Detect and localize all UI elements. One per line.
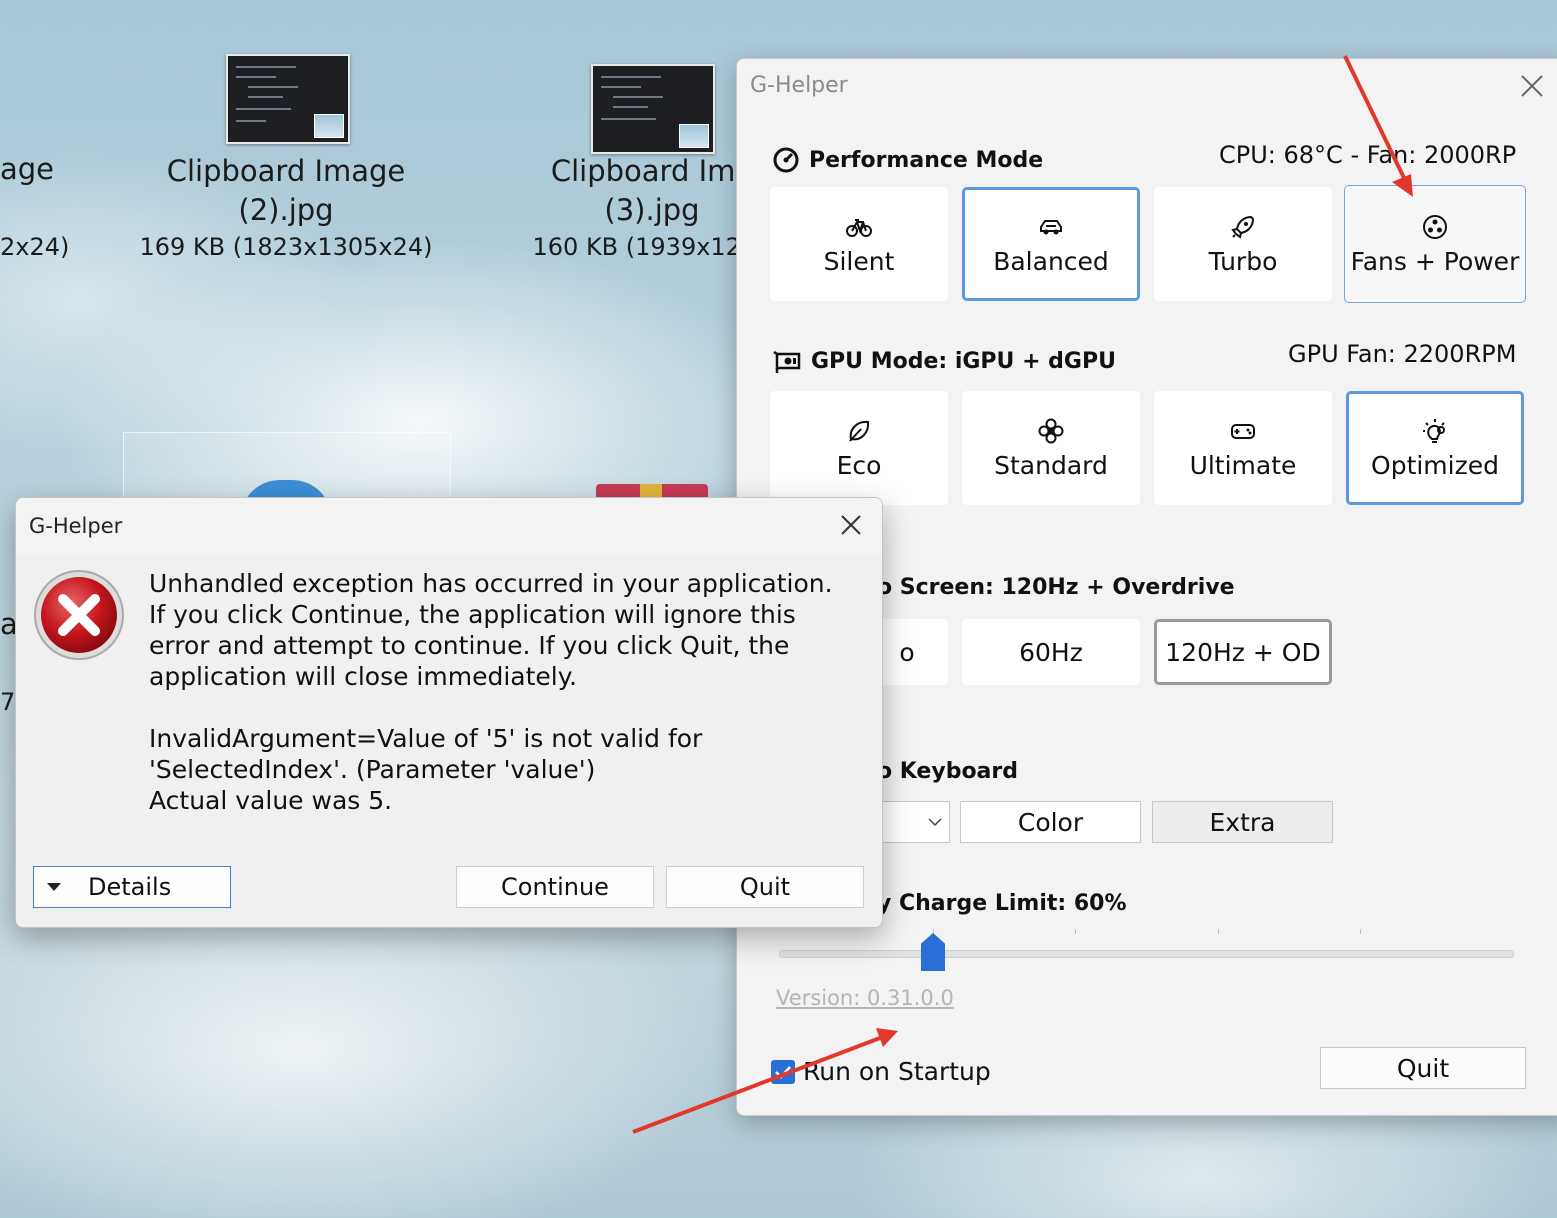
run-on-startup-checkbox[interactable]: Run on Startup — [771, 1057, 991, 1086]
screen-label: o Screen: 120Hz + Overdrive — [877, 575, 1235, 600]
gpu-eco-button[interactable]: Eco — [770, 391, 948, 505]
main-quit-button[interactable]: Quit — [1320, 1047, 1526, 1089]
mode-label: Silent — [823, 246, 895, 276]
gpu-mode-heading: GPU Mode: iGPU + dGPU — [773, 349, 1116, 374]
run-on-startup-label: Run on Startup — [803, 1057, 991, 1086]
checkbox-checked-icon — [771, 1059, 795, 1084]
mode-fans-power-button[interactable]: Fans + Power — [1344, 185, 1526, 303]
slider-tick — [1218, 929, 1219, 934]
mode-label: Ultimate — [1189, 450, 1297, 480]
error-icon — [34, 570, 124, 660]
screen-120hz-label: 120Hz + OD — [1165, 637, 1321, 667]
image-thumbnail[interactable] — [591, 64, 715, 154]
rocket-icon — [1231, 215, 1255, 239]
gpu-standard-button[interactable]: Standard — [962, 391, 1140, 505]
gpu-ultimate-button[interactable]: Ultimate — [1154, 391, 1332, 505]
keyboard-extra-button[interactable]: Extra — [1152, 801, 1333, 843]
keyboard-color-button[interactable]: Color — [960, 801, 1141, 843]
gpu-mode-label: GPU Mode: iGPU + dGPU — [811, 349, 1116, 374]
charge-limit-slider-thumb[interactable] — [921, 933, 945, 971]
bicycle-icon — [846, 218, 872, 237]
performance-mode-heading: Performance Mode — [773, 147, 1043, 173]
mode-label: Turbo — [1208, 246, 1278, 276]
image-thumbnail[interactable] — [226, 54, 350, 144]
mode-label: Balanced — [993, 246, 1109, 276]
screen-auto-label: o — [899, 637, 915, 667]
dialog-message-detail-3: Actual value was 5. — [149, 786, 393, 815]
keyboard-color-label: Color — [1017, 807, 1084, 837]
dialog-quit-label: Quit — [739, 873, 791, 901]
continue-button[interactable]: Continue — [456, 866, 654, 908]
dialog-message-detail-2: 'SelectedIndex'. (Parameter 'value') — [149, 755, 596, 784]
fan-icon — [1423, 214, 1447, 239]
mode-balanced-button[interactable]: Balanced — [962, 187, 1140, 301]
mode-turbo-button[interactable]: Turbo — [1154, 187, 1332, 301]
screen-heading: o Screen: 120Hz + Overdrive — [877, 575, 1235, 600]
close-icon[interactable] — [1519, 73, 1545, 99]
car-icon — [1040, 219, 1062, 234]
triangle-down-icon — [47, 883, 61, 891]
battery-label: y Charge Limit: 60% — [877, 891, 1127, 916]
mode-label: Optimized — [1371, 450, 1499, 480]
error-dialog: G-Helper Unhandled exception has occurre… — [15, 497, 883, 928]
chevron-down-icon — [928, 818, 942, 827]
continue-label: Continue — [501, 873, 609, 901]
desktop-icon-size-partial: 2x24) — [0, 233, 70, 261]
close-icon[interactable] — [840, 514, 862, 536]
mode-label: Eco — [836, 450, 882, 480]
performance-mode-label: Performance Mode — [809, 147, 1044, 173]
dialog-message-main: Unhandled exception has occurred in your… — [149, 569, 833, 691]
cpu-status: CPU: 68°C - Fan: 2000RP — [1219, 141, 1517, 169]
details-button[interactable]: Details — [33, 866, 231, 908]
gpu-card-icon — [773, 350, 801, 373]
dialog-quit-button[interactable]: Quit — [666, 866, 864, 908]
dialog-message: Unhandled exception has occurred in your… — [149, 568, 849, 816]
bulb-gear-icon — [1423, 418, 1445, 443]
flower-icon — [1038, 418, 1064, 443]
screen-60hz-label: 60Hz — [1019, 637, 1083, 667]
slider-tick — [1360, 929, 1361, 934]
gauge-icon — [773, 147, 799, 173]
dialog-title: G-Helper — [29, 514, 123, 538]
version-link[interactable]: Version: 0.31.0.0 — [776, 986, 954, 1010]
dialog-message-detail-1: InvalidArgument=Value of '5' is not vali… — [149, 724, 703, 753]
details-label: Details — [88, 873, 172, 901]
screen-60hz-button[interactable]: 60Hz — [962, 619, 1140, 685]
desktop-icon-label-partial[interactable]: age — [0, 150, 54, 189]
keyboard-extra-label: Extra — [1209, 807, 1276, 837]
dialog-titlebar — [16, 498, 882, 554]
mode-label: Fans + Power — [1350, 246, 1520, 276]
battery-heading: y Charge Limit: 60% — [877, 891, 1127, 916]
main-quit-label: Quit — [1396, 1053, 1450, 1083]
window-title: G-Helper — [750, 73, 848, 98]
charge-limit-slider[interactable] — [779, 950, 1514, 958]
desktop-icon-label[interactable]: Clipboard Image (2).jpg 169 KB (1823x130… — [136, 152, 436, 264]
gpu-optimized-button[interactable]: Optimized — [1346, 391, 1524, 505]
keyboard-label: o Keyboard — [877, 759, 1019, 784]
gamepad-icon — [1231, 423, 1255, 439]
mode-label: Standard — [994, 450, 1108, 480]
leaf-icon — [849, 420, 870, 442]
gpu-fan-status: GPU Fan: 2200RPM — [1288, 340, 1517, 368]
slider-tick — [1075, 929, 1076, 934]
screen-120hz-od-button[interactable]: 120Hz + OD — [1154, 619, 1332, 685]
mode-silent-button[interactable]: Silent — [770, 187, 948, 301]
keyboard-heading: o Keyboard — [877, 759, 1018, 784]
